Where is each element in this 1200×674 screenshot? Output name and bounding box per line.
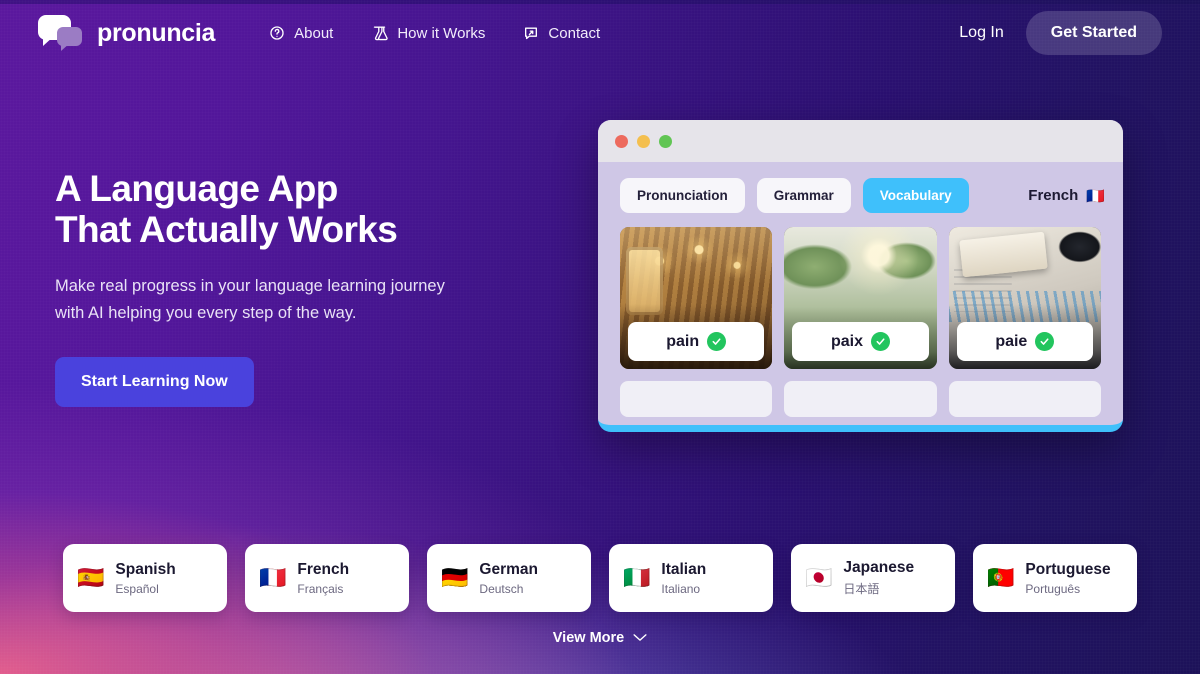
language-card-italian[interactable]: 🇮🇹 Italian Italiano bbox=[609, 544, 773, 612]
language-card-japanese[interactable]: 🇯🇵 Japanese 日本語 bbox=[791, 544, 955, 612]
card-word: paie bbox=[995, 332, 1028, 350]
language-name-native: Français bbox=[297, 581, 344, 596]
app-preview-window: Pronunciation Grammar Vocabulary French … bbox=[598, 120, 1123, 432]
question-circle-icon bbox=[269, 25, 285, 41]
brand-name: pronuncia bbox=[97, 18, 216, 47]
tab-grammar[interactable]: Grammar bbox=[756, 178, 851, 213]
start-learning-button[interactable]: Start Learning Now bbox=[55, 357, 254, 408]
window-language-indicator[interactable]: French 🇫🇷 bbox=[1028, 187, 1105, 205]
view-more-button[interactable]: View More bbox=[0, 630, 1200, 646]
empty-slot-row bbox=[598, 369, 1123, 417]
language-card-spanish[interactable]: 🇪🇸 Spanish Español bbox=[63, 544, 227, 612]
language-card-french[interactable]: 🇫🇷 French Français bbox=[245, 544, 409, 612]
language-name-native: Español bbox=[115, 581, 159, 596]
card-label: pain bbox=[628, 322, 765, 361]
brand-logo[interactable]: pronuncia bbox=[38, 15, 215, 51]
language-name-en: Spanish bbox=[115, 560, 176, 578]
hero-title: A Language App That Actually Works bbox=[55, 168, 575, 251]
hero-title-line1: A Language App bbox=[55, 168, 338, 209]
chevron-down-icon bbox=[633, 630, 647, 646]
check-circle-icon bbox=[871, 332, 890, 351]
germany-flag-icon: 🇩🇪 bbox=[441, 565, 469, 591]
language-name-native: Italiano bbox=[661, 581, 701, 596]
language-name-en: Japanese bbox=[843, 559, 915, 577]
window-minimize-dot[interactable] bbox=[637, 134, 650, 148]
window-language-label: French bbox=[1028, 187, 1079, 204]
check-circle-icon bbox=[1035, 332, 1055, 351]
france-flag-icon: 🇫🇷 bbox=[259, 565, 287, 591]
get-started-button[interactable]: Get Started bbox=[1025, 11, 1162, 55]
france-flag-icon: 🇫🇷 bbox=[1086, 187, 1105, 205]
main-navigation: About How it Works Contact bbox=[269, 25, 600, 42]
vocabulary-card-grid: pain paix paie bbox=[598, 213, 1123, 369]
language-name-en: Portuguese bbox=[1025, 560, 1111, 578]
language-name-en: French bbox=[297, 560, 350, 578]
nav-item-about-label: About bbox=[294, 24, 334, 42]
language-card-german[interactable]: 🇩🇪 German Deutsch bbox=[427, 544, 591, 612]
hero-section: A Language App That Actually Works Make … bbox=[55, 168, 575, 408]
window-close-dot[interactable] bbox=[615, 134, 628, 148]
lesson-tabbar: Pronunciation Grammar Vocabulary French … bbox=[598, 162, 1123, 213]
italy-flag-icon: 🇮🇹 bbox=[623, 565, 651, 591]
vocabulary-card[interactable]: paix bbox=[784, 227, 937, 369]
card-label: paix bbox=[792, 322, 929, 361]
spain-flag-icon: 🇪🇸 bbox=[77, 565, 105, 591]
login-link[interactable]: Log In bbox=[959, 24, 1003, 42]
header-actions: Log In Get Started bbox=[959, 11, 1162, 55]
portugal-flag-icon: 🇵🇹 bbox=[987, 565, 1015, 591]
nav-item-how-it-works[interactable]: How it Works bbox=[371, 25, 485, 42]
language-name-en: German bbox=[479, 560, 538, 578]
flask-icon bbox=[371, 25, 389, 42]
card-word: paix bbox=[830, 332, 863, 350]
hero-subtitle-line2: with AI helping you every step of the wa… bbox=[55, 304, 357, 323]
check-circle-icon bbox=[707, 332, 727, 351]
nav-item-how-it-works-label: How it Works bbox=[397, 24, 486, 42]
language-name-native: Deutsch bbox=[479, 581, 524, 596]
empty-slot[interactable] bbox=[784, 381, 937, 417]
nav-item-contact-label: Contact bbox=[548, 24, 601, 42]
tab-vocabulary[interactable]: Vocabulary bbox=[862, 178, 969, 213]
message-arrow-icon bbox=[523, 25, 539, 41]
site-header: pronuncia About How it Works Contact Log… bbox=[0, 0, 1200, 66]
vocabulary-card[interactable]: pain bbox=[620, 227, 773, 369]
window-maximize-dot[interactable] bbox=[659, 134, 672, 148]
vocabulary-card[interactable]: paie bbox=[948, 227, 1101, 369]
chat-bubbles-icon bbox=[38, 15, 84, 51]
view-more-label: View More bbox=[552, 630, 625, 646]
card-label: paie bbox=[956, 322, 1093, 361]
nav-item-contact[interactable]: Contact bbox=[523, 25, 600, 42]
hero-subtitle: Make real progress in your language lear… bbox=[55, 273, 475, 327]
hero-subtitle-line1: Make real progress in your language lear… bbox=[55, 276, 445, 295]
tab-pronunciation[interactable]: Pronunciation bbox=[620, 178, 745, 213]
chat-bubble-back bbox=[57, 27, 82, 46]
window-titlebar bbox=[598, 120, 1123, 162]
empty-slot[interactable] bbox=[948, 381, 1101, 417]
empty-slot[interactable] bbox=[620, 381, 773, 417]
hero-title-line2: That Actually Works bbox=[55, 209, 398, 251]
japan-flag-icon: 🇯🇵 bbox=[805, 565, 833, 591]
card-word: pain bbox=[666, 332, 700, 350]
language-name-native: 日本語 bbox=[843, 582, 880, 596]
language-name-en: Italian bbox=[661, 560, 707, 578]
nav-item-about[interactable]: About bbox=[269, 25, 333, 42]
language-card-portuguese[interactable]: 🇵🇹 Portuguese Português bbox=[973, 544, 1137, 612]
language-name-native: Português bbox=[1025, 581, 1081, 596]
language-card-strip: 🇪🇸 Spanish Español 🇫🇷 French Français 🇩🇪… bbox=[0, 544, 1200, 612]
